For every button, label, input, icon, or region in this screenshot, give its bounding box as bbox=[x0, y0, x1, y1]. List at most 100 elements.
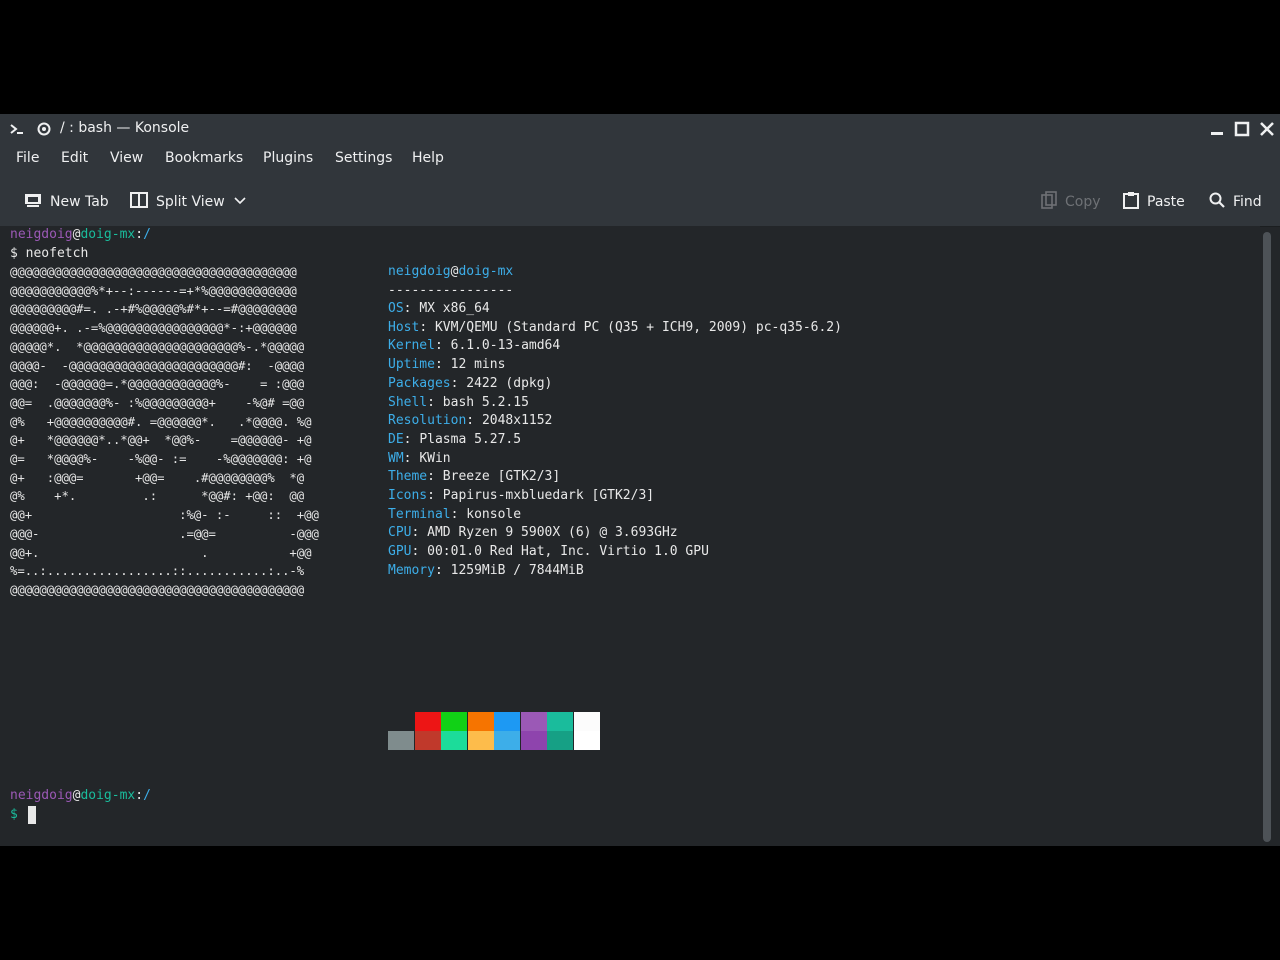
paste-icon bbox=[1123, 191, 1139, 213]
palette-swatch bbox=[388, 712, 414, 731]
ascii-art-line: @@@: -@@@@@@=.*@@@@@@@@@@@@%- = :@@@ bbox=[10, 377, 305, 392]
info-key: Uptime bbox=[388, 357, 435, 373]
maximize-icon[interactable] bbox=[1231, 118, 1253, 140]
konsole-window: / : bash — Konsole File Edit View Bookma… bbox=[0, 114, 1280, 846]
info-value: Plasma 5.27.5 bbox=[419, 431, 522, 447]
ascii-art-line: @@@@@*. *@@@@@@@@@@@@@@@@@@@@@%-.*@@@@@ bbox=[10, 339, 305, 354]
palette-swatch bbox=[414, 712, 441, 731]
ascii-art-line: @% +*. .: *@@#: +@@: @@ bbox=[10, 489, 305, 504]
close-icon[interactable] bbox=[1256, 118, 1278, 140]
info-line: Resolution: 2048x1152 bbox=[388, 413, 553, 429]
info-line: Packages: 2422 (dpkg) bbox=[388, 375, 553, 391]
menu-help[interactable]: Help bbox=[412, 150, 444, 166]
minimize-icon[interactable] bbox=[1206, 118, 1228, 140]
terminal-app-icon bbox=[8, 120, 26, 142]
ascii-art-line: @@@@- -@@@@@@@@@@@@@@@@@@@@@@@#: -@@@@ bbox=[10, 358, 305, 373]
ascii-art-line: @@@@@@+. .-=%@@@@@@@@@@@@@@@@*-:+@@@@@@ bbox=[10, 321, 297, 336]
info-line: Theme: Breeze [GTK2/3] bbox=[388, 469, 561, 485]
info-line: OS: MX x86_64 bbox=[388, 301, 490, 316]
ascii-art-line: @% +@@@@@@@@@@#. =@@@@@@*. .*@@@@. %@ bbox=[10, 414, 312, 429]
menu-file[interactable]: File bbox=[16, 150, 39, 166]
new-tab-label: New Tab bbox=[50, 194, 109, 210]
palette-swatch bbox=[441, 712, 467, 731]
split-view-button[interactable]: Split View bbox=[130, 191, 247, 213]
scrollbar[interactable] bbox=[1263, 232, 1271, 842]
prompt-line: neigdoig@doig-mx:/ bbox=[10, 227, 151, 242]
paste-button[interactable]: Paste bbox=[1123, 191, 1185, 213]
palette-swatch bbox=[388, 731, 414, 750]
info-key: Memory bbox=[388, 562, 435, 578]
info-key: OS bbox=[388, 301, 404, 316]
palette-swatch bbox=[441, 731, 467, 750]
copy-icon bbox=[1041, 191, 1057, 213]
info-key: Kernel bbox=[388, 338, 435, 354]
info-key: Icons bbox=[388, 488, 428, 503]
ascii-art-line: %=..:.................::...........:..-% bbox=[10, 564, 305, 579]
info-value: Papirus-mxbluedark [GTK2/3] bbox=[442, 488, 655, 503]
ascii-art-line: @+ :@@@= +@@= .#@@@@@@@@% *@ bbox=[10, 470, 305, 485]
info-value: 6.1.0-13-amd64 bbox=[450, 338, 561, 354]
palette-swatch bbox=[573, 731, 600, 750]
info-value: Breeze [GTK2/3] bbox=[442, 469, 561, 485]
info-key: WM bbox=[388, 450, 404, 466]
toolbar: New Tab Split View Copy Paste Find bbox=[0, 176, 1280, 227]
prompt-dollar: $ bbox=[10, 807, 18, 822]
info-key: Host bbox=[388, 319, 420, 335]
palette-swatch bbox=[494, 712, 520, 731]
title-bar[interactable]: / : bash — Konsole bbox=[0, 114, 1280, 144]
ascii-art-line: @+ *@@@@@@*..*@@+ *@@%- =@@@@@@- +@ bbox=[10, 433, 312, 448]
info-line: WM: KWin bbox=[388, 450, 451, 466]
info-value: 12 mins bbox=[450, 357, 506, 373]
info-line: Icons: Papirus-mxbluedark [GTK2/3] bbox=[388, 488, 655, 503]
copy-button[interactable]: Copy bbox=[1041, 191, 1101, 213]
ascii-art-line: @@@@@@@@@@@%*+--:------=+*%@@@@@@@@@@@@ bbox=[10, 283, 297, 298]
ascii-art-line: @@@@@@@@@@@@@@@@@@@@@@@@@@@@@@@@@@@@@@@ bbox=[10, 265, 297, 279]
info-line: DE: Plasma 5.27.5 bbox=[388, 431, 522, 447]
info-header: neigdoig@doig-mx bbox=[388, 264, 514, 279]
menu-plugins[interactable]: Plugins bbox=[263, 150, 313, 166]
info-key: CPU bbox=[388, 525, 412, 541]
split-view-label: Split View bbox=[156, 194, 225, 210]
new-tab-button[interactable]: New Tab bbox=[24, 191, 109, 213]
info-value: 2422 (dpkg) bbox=[466, 375, 553, 391]
info-line: CPU: AMD Ryzen 9 5900X (6) @ 3.693GHz bbox=[388, 525, 678, 541]
ascii-art-line: @@@@@@@@@#=. .-+#%@@@@@%#*+--=#@@@@@@@@ bbox=[10, 302, 297, 317]
info-line: Host: KVM/QEMU (Standard PC (Q35 + ICH9,… bbox=[388, 319, 842, 335]
window-title: / : bash — Konsole bbox=[60, 120, 190, 136]
info-line: GPU: 00:01.0 Red Hat, Inc. Virtio 1.0 GP… bbox=[388, 544, 709, 560]
palette-swatch bbox=[467, 731, 494, 750]
menu-settings[interactable]: Settings bbox=[335, 150, 392, 166]
ascii-art-line: @@= .@@@@@@@%- :%@@@@@@@@@+ -%@# =@@ bbox=[10, 395, 305, 410]
info-value: AMD Ryzen 9 5900X (6) @ 3.693GHz bbox=[427, 525, 678, 541]
menu-bookmarks[interactable]: Bookmarks bbox=[165, 150, 243, 166]
info-key: Terminal bbox=[388, 506, 451, 522]
ascii-art-line: @= *@@@@%- -%@@- := -%@@@@@@@: +@ bbox=[10, 452, 312, 466]
terminal-view[interactable]: neigdoig@doig-mx:/ $ neofetch @@@@@@@@@@… bbox=[0, 226, 1260, 846]
ascii-art-line: @@+. . +@@ bbox=[10, 545, 312, 560]
palette-swatch bbox=[547, 731, 573, 750]
info-separator: ---------------- bbox=[388, 283, 514, 298]
chevron-down-icon[interactable] bbox=[233, 194, 247, 210]
menu-edit[interactable]: Edit bbox=[61, 150, 88, 166]
search-icon bbox=[1209, 192, 1225, 212]
text-cursor bbox=[28, 806, 36, 824]
info-value: 2048x1152 bbox=[481, 413, 553, 429]
info-value: bash 5.2.15 bbox=[442, 394, 529, 410]
copy-label: Copy bbox=[1065, 194, 1101, 210]
pin-icon[interactable] bbox=[36, 120, 52, 142]
info-line: Kernel: 6.1.0-13-amd64 bbox=[388, 338, 561, 354]
command-line: $ neofetch bbox=[10, 246, 89, 261]
palette-swatch bbox=[520, 731, 547, 750]
info-value: 00:01.0 Red Hat, Inc. Virtio 1.0 GPU bbox=[427, 544, 709, 560]
info-line: Shell: bash 5.2.15 bbox=[388, 394, 529, 410]
prompt-line-2: neigdoig@doig-mx:/ bbox=[10, 788, 151, 803]
info-value: KWin bbox=[419, 450, 451, 466]
menu-view[interactable]: View bbox=[110, 150, 143, 166]
info-key: Theme bbox=[388, 469, 428, 485]
paste-label: Paste bbox=[1147, 194, 1185, 210]
info-line: Uptime: 12 mins bbox=[388, 357, 506, 373]
find-button[interactable]: Find bbox=[1209, 191, 1262, 213]
info-value: MX x86_64 bbox=[419, 301, 490, 316]
ascii-art-line: @@@@@@@@@@@@@@@@@@@@@@@@@@@@@@@@@@@@@@@@ bbox=[10, 582, 305, 597]
new-tab-icon bbox=[24, 192, 42, 212]
